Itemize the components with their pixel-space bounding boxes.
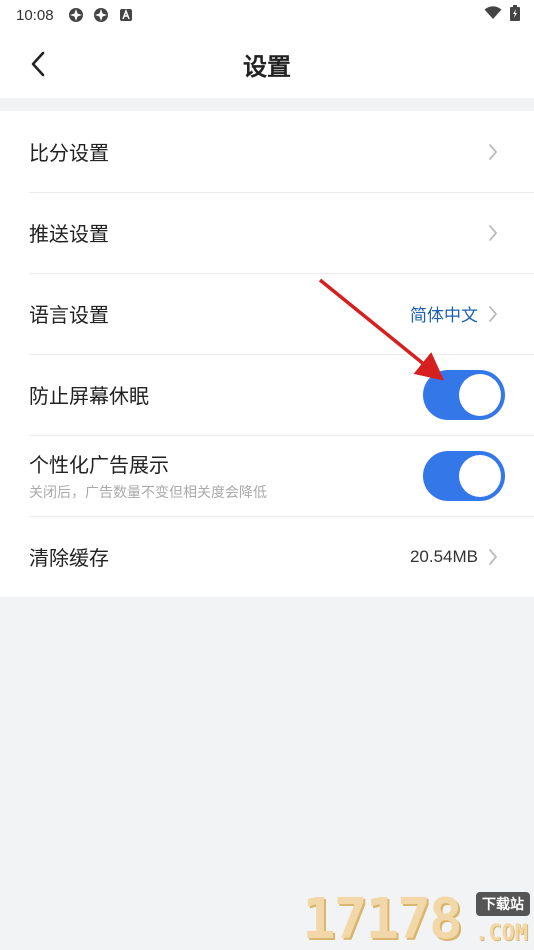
app-notification-icon <box>93 7 109 23</box>
personalized-ads-row: 个性化广告展示 关闭后，广告数量不变但相关度会降低 <box>0 435 534 516</box>
score-settings-row[interactable]: 比分设置 <box>0 111 534 192</box>
header: 设置 <box>0 30 534 98</box>
personalized-ads-description: 关闭后，广告数量不变但相关度会降低 <box>29 485 267 501</box>
back-button[interactable] <box>22 48 54 80</box>
language-settings-row[interactable]: 语言设置 简体中文 <box>0 273 534 354</box>
clear-cache-label: 清除缓存 <box>29 546 109 570</box>
settings-list: 比分设置 推送设置 语言设置 简体中文 防止屏幕休眠 个性化广告展示 关闭后，广… <box>0 111 534 597</box>
app-notification-icon <box>68 7 84 23</box>
chevron-right-icon <box>486 223 500 243</box>
watermark-logo: 17178 下载站 .COM <box>302 884 532 950</box>
a-letter-icon <box>118 7 134 23</box>
toggle-knob <box>459 454 501 497</box>
prevent-sleep-row: 防止屏幕休眠 <box>0 354 534 435</box>
cache-size-value: 20.54MB <box>409 546 478 566</box>
score-settings-label: 比分设置 <box>29 141 109 165</box>
push-settings-label: 推送设置 <box>29 222 109 246</box>
watermark-number: 17178 <box>302 887 463 950</box>
prevent-sleep-toggle[interactable] <box>423 369 505 420</box>
battery-charging-icon <box>510 5 520 25</box>
push-settings-row[interactable]: 推送设置 <box>0 192 534 273</box>
toggle-knob <box>459 373 501 416</box>
language-value: 简体中文 <box>410 306 478 326</box>
language-settings-label: 语言设置 <box>29 303 109 327</box>
watermark-suffix: .COM <box>475 921 528 946</box>
personalized-ads-toggle[interactable] <box>423 450 505 501</box>
prevent-sleep-label: 防止屏幕休眠 <box>29 384 149 408</box>
wifi-icon <box>484 6 502 24</box>
chevron-right-icon <box>486 304 500 324</box>
chevron-left-icon <box>31 51 45 77</box>
personalized-ads-label: 个性化广告展示 <box>29 453 169 477</box>
chevron-right-icon <box>486 547 500 567</box>
page-title: 设置 <box>243 52 291 81</box>
watermark-badge: 下载站 <box>476 892 530 916</box>
chevron-right-icon <box>486 142 500 162</box>
status-time: 10:08 <box>16 6 54 24</box>
status-bar: 10:08 <box>0 0 534 30</box>
clear-cache-row[interactable]: 清除缓存 20.54MB <box>0 516 534 597</box>
